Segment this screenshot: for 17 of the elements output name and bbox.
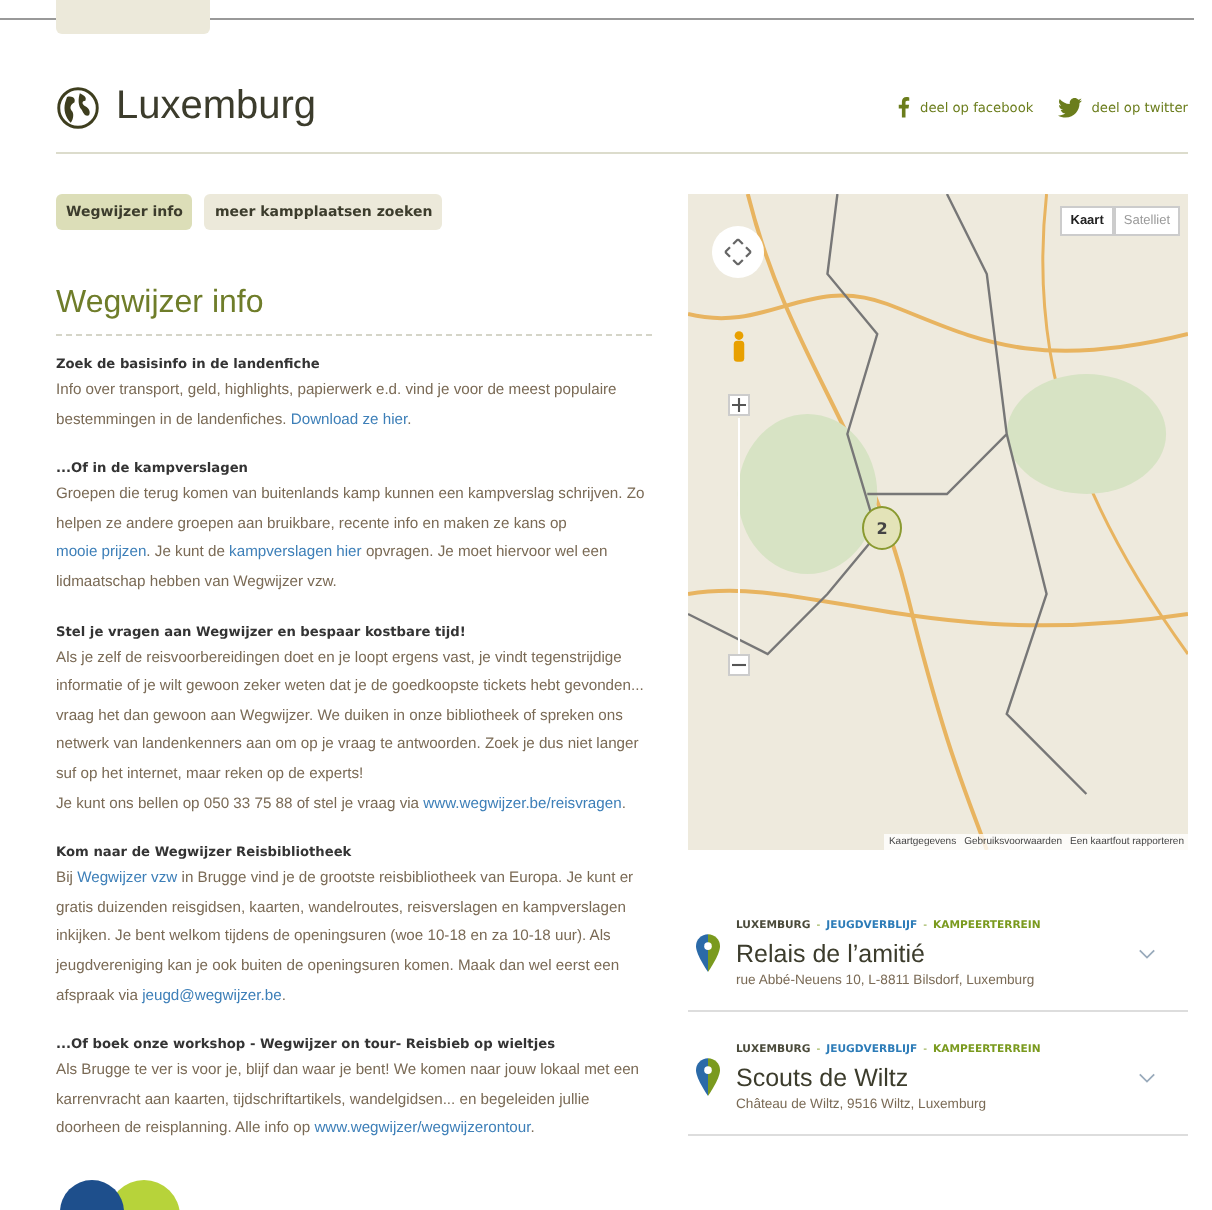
globe-icon [56, 85, 100, 129]
chevron-down-icon[interactable] [1138, 1071, 1156, 1083]
person-icon[interactable] [732, 330, 746, 362]
place-name[interactable]: Scouts de Wiltz [736, 1060, 1122, 1098]
map-pin-icon [696, 1058, 720, 1096]
section-title: Wegwijzer info [56, 286, 266, 322]
zoom-out-button[interactable] [728, 654, 750, 676]
page-title: Luxemburg [116, 84, 317, 130]
zoom-in-button[interactable] [728, 394, 750, 416]
chevron-down-icon[interactable] [1138, 947, 1156, 959]
map-pin-icon [696, 934, 720, 972]
bird-icon [1057, 97, 1082, 117]
facebook-icon [898, 96, 911, 118]
place-name[interactable]: Relais de l’amitié [736, 936, 1122, 974]
plus-icon [732, 398, 746, 412]
minus-icon [732, 658, 746, 672]
arrows-icon [722, 236, 754, 268]
